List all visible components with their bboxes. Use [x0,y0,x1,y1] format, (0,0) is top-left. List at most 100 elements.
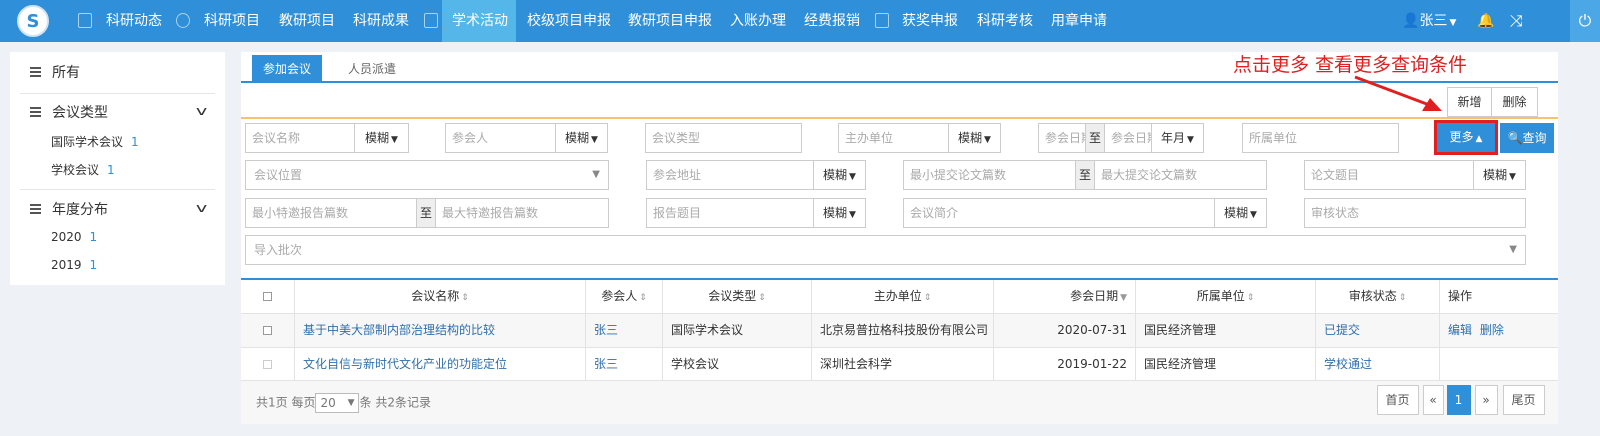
nav-item-research-projects[interactable]: 科研项目 [204,0,260,42]
page-1-button[interactable]: 1 [1446,385,1471,415]
next-page-button[interactable]: » [1474,385,1498,415]
dropdown-label: 模糊 [1224,206,1249,220]
sidebar-item-school-meeting[interactable]: 学校会议 1 [51,161,115,178]
sidebar-item-all[interactable]: 所有 [10,58,225,86]
nav-item-news[interactable]: 科研动态 [106,0,162,42]
match-mode-dropdown[interactable]: 模糊 ▼ [813,198,866,228]
meeting-type-cell: 国际学术会议 [663,314,812,347]
date-from-input[interactable]: 参会日期 [1038,123,1086,153]
first-page-button[interactable]: 首页 [1376,385,1419,415]
person-link[interactable]: 张三 [586,348,663,380]
nav-item-teaching-projects[interactable]: 教研项目 [279,0,335,42]
column-header-type[interactable]: 会议类型 ⇕ [663,280,812,313]
min-invited-input[interactable]: 最小特邀报告篇数 [245,198,417,228]
checkbox[interactable] [263,292,272,301]
column-header-name[interactable]: 会议名称 ⇕ [295,280,586,313]
column-header-status[interactable]: 审核状态 ⇕ [1316,280,1440,313]
prev-page-button[interactable]: « [1422,385,1444,415]
meeting-name-link[interactable]: 基于中美大部制内部治理结构的比较 [295,314,586,347]
max-papers-input[interactable]: 最大提交论文篇数 [1094,160,1267,190]
select-all-checkbox[interactable] [241,280,295,313]
review-status-input[interactable]: 审核状态 [1304,198,1526,228]
table-row[interactable]: 文化自信与新时代文化产业的功能定位 张三 学校会议 深圳社会科学 2019-01… [241,348,1558,381]
column-header-unit[interactable]: 所属单位 ⇕ [1136,280,1316,313]
nav-item-academic-activities[interactable]: 学术活动 [442,0,516,42]
row-checkbox[interactable] [241,348,295,380]
bell-icon[interactable]: 🔔 [1477,0,1494,42]
last-page-button[interactable]: 尾页 [1502,385,1545,415]
add-button[interactable]: 新增 [1447,87,1492,117]
meeting-type-input[interactable]: 会议类型 [645,123,802,153]
nav-item-assessment[interactable]: 科研考核 [977,0,1033,42]
match-mode-dropdown[interactable]: 模糊 ▼ [948,123,1001,153]
match-mode-dropdown[interactable]: 模糊 ▼ [1214,198,1267,228]
user-menu[interactable]: 👤张三 ▼ [1402,0,1456,42]
nav-item-research-results[interactable]: 科研成果 [353,0,409,42]
paper-title-input[interactable]: 论文题目 [1304,160,1474,190]
batch-select[interactable]: 导入批次 ▼ [245,235,1526,265]
sidebar-group-meeting-type[interactable]: 会议类型 v [10,98,225,126]
date-to-input[interactable]: 参会日期 [1104,123,1152,153]
per-page-label: 每页 [291,395,316,410]
person-link[interactable]: 张三 [586,314,663,347]
nav-item-award-apply[interactable]: 获奖申报 [902,0,958,42]
match-mode-dropdown[interactable]: 模糊 ▼ [555,123,608,153]
tab-attend-meeting[interactable]: 参加会议 [252,55,323,83]
participant-input[interactable]: 参会人 [445,123,556,153]
logo[interactable]: S [17,5,49,37]
power-icon[interactable]: ⏻ [1570,0,1600,42]
column-header-organizer[interactable]: 主办单位 ⇕ [812,280,994,313]
match-mode-dropdown[interactable]: 模糊 ▼ [354,123,409,153]
delete-button[interactable]: 删除 [1491,87,1538,117]
checkbox[interactable] [263,360,272,369]
column-label: 所属单位 [1196,289,1245,303]
status-link[interactable]: 已提交 [1316,314,1440,347]
nav-item-seal-apply[interactable]: 用章申请 [1051,0,1107,42]
meeting-name-input[interactable]: 会议名称 [245,123,355,153]
column-label: 审核状态 [1348,289,1397,303]
dropdown-label: 模糊 [823,206,848,220]
min-papers-input[interactable]: 最小提交论文篇数 [903,160,1076,190]
shuffle-icon[interactable]: ⤨ [1510,0,1523,42]
nav-item-reimbursement[interactable]: 经费报销 [804,0,860,42]
organizer-input[interactable]: 主办单位 [838,123,949,153]
edit-link[interactable]: 编辑 [1448,323,1472,337]
nav-item-teaching-project-apply[interactable]: 教研项目申报 [628,0,712,42]
match-mode-dropdown[interactable]: 模糊 ▼ [1473,160,1526,190]
count-badge: 1 [89,230,98,244]
column-header-date[interactable]: 参会日期 ▼ [994,280,1136,313]
max-invited-input[interactable]: 最大特邀报告篇数 [435,198,609,228]
list-icon [30,67,41,77]
tab-dispatch[interactable]: 人员派遣 [337,55,407,83]
date-granularity-dropdown[interactable]: 年月 ▼ [1151,123,1204,153]
checkbox[interactable] [263,326,272,335]
sidebar-item-year-2019[interactable]: 2019 1 [51,258,97,272]
unit-input[interactable]: 所属单位 [1242,123,1399,153]
sidebar: 所有 会议类型 v 国际学术会议 1 学校会议 1 年度分布 v 2020 1 201… [10,52,225,285]
address-input[interactable]: 参会地址 [646,160,814,190]
sidebar-group-year[interactable]: 年度分布 v [10,195,225,223]
query-button[interactable]: 🔍查询 [1500,123,1554,153]
location-select[interactable]: 会议位置 ▼ [245,160,609,190]
column-header-person[interactable]: 参会人 ⇕ [586,280,663,313]
intro-input[interactable]: 会议简介 [903,198,1215,228]
top-nav-bar: S 科研动态 科研项目 教研项目 科研成果 学术活动 校级项目申报 教研项目申报… [0,0,1600,42]
sidebar-item-year-2020[interactable]: 2020 1 [51,230,97,244]
meeting-name-link[interactable]: 文化自信与新时代文化产业的功能定位 [295,348,586,380]
status-link[interactable]: 学校通过 [1316,348,1440,380]
column-label: 会议名称 [411,289,460,303]
nav-item-accounting[interactable]: 入账办理 [730,0,786,42]
dropdown-label: 模糊 [823,168,848,182]
page-size-select[interactable]: 20 ▼ [315,393,360,413]
cup-icon [875,13,889,28]
match-mode-dropdown[interactable]: 模糊 ▼ [813,160,866,190]
delete-link[interactable]: 删除 [1480,323,1504,337]
table-row[interactable]: 基于中美大部制内部治理结构的比较 张三 国际学术会议 北京易普拉格科技股份有限公… [241,314,1558,348]
caret-down-icon: ▼ [1509,244,1517,255]
nav-item-school-project-apply[interactable]: 校级项目申报 [527,0,611,42]
sidebar-item-intl-conference[interactable]: 国际学术会议 1 [51,133,139,150]
caret-down-icon: ▼ [592,169,600,180]
row-checkbox[interactable] [241,314,295,347]
report-title-input[interactable]: 报告题目 [646,198,814,228]
news-icon [78,13,92,28]
